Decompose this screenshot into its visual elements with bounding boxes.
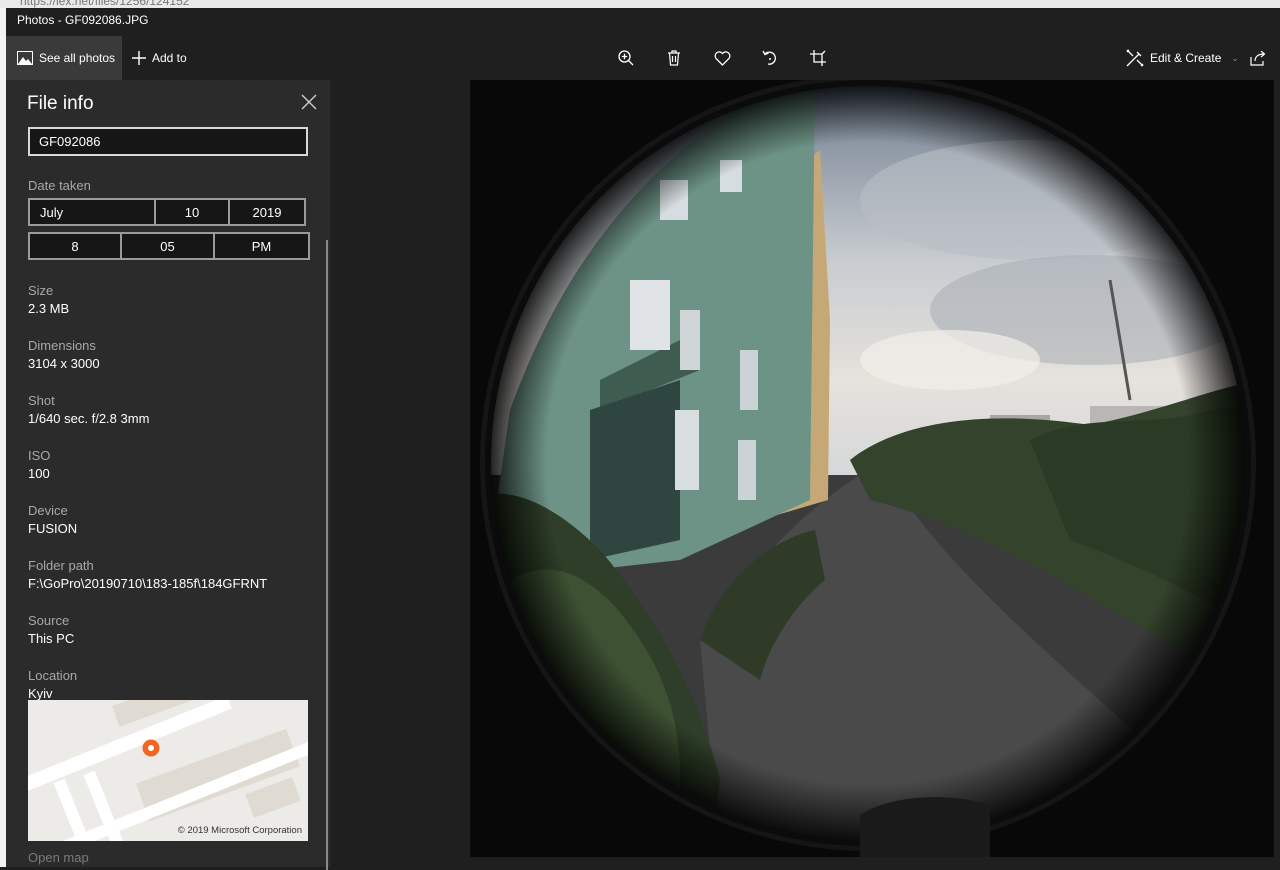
title-bar: Photos - GF092086.JPG — [6, 8, 1280, 36]
shot-label: Shot — [28, 393, 55, 408]
date-taken-label: Date taken — [28, 178, 91, 193]
see-all-photos-button[interactable]: See all photos — [6, 36, 122, 80]
panel-scrollbar[interactable] — [326, 240, 328, 870]
ampm-field[interactable]: PM — [213, 232, 310, 260]
zoom-button[interactable] — [602, 36, 650, 80]
favorite-icon — [714, 50, 730, 66]
minute-value: 05 — [160, 238, 175, 254]
ampm-value: PM — [251, 238, 272, 254]
edit-create-button[interactable]: Edit & Create ⌄ — [1126, 36, 1239, 80]
rotate-button[interactable] — [746, 36, 794, 80]
map-copyright: © 2019 Microsoft Corporation — [177, 825, 302, 836]
picture-icon — [17, 51, 33, 65]
zoom-in-icon — [618, 50, 634, 66]
plus-icon — [132, 51, 146, 65]
month-value: July — [40, 204, 64, 220]
location-label: Location — [28, 668, 78, 683]
photos-app-window: Photos - GF092086.JPG See all photos Add… — [6, 8, 1280, 870]
file-name-value: GF092086 — [39, 134, 101, 149]
delete-icon — [668, 50, 680, 66]
map-pin-icon — [142, 739, 160, 757]
center-tools — [602, 36, 842, 80]
device-value: FUSION — [28, 521, 78, 536]
folder-path-value[interactable]: F:\GoPro\20190710\183-185f\184GFRNT — [28, 576, 267, 591]
hour-field[interactable]: 8 — [28, 232, 122, 260]
month-field[interactable]: July — [28, 198, 156, 226]
photo-viewport[interactable] — [470, 80, 1274, 857]
delete-button[interactable] — [650, 36, 698, 80]
minute-field[interactable]: 05 — [120, 232, 215, 260]
toolbar: See all photos Add to Edit & Create ⌄ — [6, 36, 1280, 80]
favorite-button[interactable] — [698, 36, 746, 80]
crop-button[interactable] — [794, 36, 842, 80]
size-label: Size — [28, 283, 54, 298]
hour-value: 8 — [71, 238, 79, 254]
iso-label: ISO — [28, 448, 51, 463]
dimensions-value: 3104 x 3000 — [28, 356, 100, 371]
source-value: This PC — [28, 631, 75, 646]
date-row: July 10 2019 — [28, 198, 306, 226]
crop-icon — [810, 50, 826, 66]
location-map[interactable]: © 2019 Microsoft Corporation — [28, 700, 308, 841]
iso-value: 100 — [28, 466, 50, 481]
background-url: https://lex.net/files/1256/124152 — [20, 0, 190, 8]
time-row: 8 05 PM — [28, 232, 310, 260]
add-to-button[interactable]: Add to — [132, 36, 187, 80]
device-label: Device — [28, 503, 68, 518]
open-map-link[interactable]: Open map — [28, 850, 89, 865]
file-name-field[interactable]: GF092086 — [28, 127, 308, 156]
folder-path-label: Folder path — [28, 558, 94, 573]
dimensions-label: Dimensions — [28, 338, 96, 353]
location-value: Kyiv — [28, 686, 53, 701]
fisheye-photo — [470, 80, 1274, 857]
day-field[interactable]: 10 — [154, 198, 230, 226]
year-value: 2019 — [252, 204, 282, 220]
add-to-label: Add to — [152, 51, 187, 65]
share-button[interactable] — [1250, 36, 1266, 80]
source-label: Source — [28, 613, 70, 628]
share-icon — [1250, 50, 1266, 66]
edit-create-label: Edit & Create — [1150, 51, 1222, 65]
size-value: 2.3 MB — [28, 301, 70, 316]
background-browser-strip: https://lex.net/files/1256/124152 — [0, 0, 1280, 8]
window-title: Photos - GF092086.JPG — [17, 13, 149, 27]
close-icon[interactable] — [299, 92, 319, 112]
panel-title: File info — [27, 93, 94, 114]
shot-value: 1/640 sec. f/2.8 3mm — [28, 411, 150, 426]
year-field[interactable]: 2019 — [228, 198, 306, 226]
file-info-panel: File info GF092086 Date taken July 10 20… — [6, 80, 331, 870]
edit-create-icon — [1126, 49, 1144, 67]
see-all-photos-label: See all photos — [39, 51, 116, 65]
day-value: 10 — [184, 204, 200, 220]
chevron-down-icon: ⌄ — [1231, 52, 1239, 63]
rotate-icon — [762, 50, 776, 65]
